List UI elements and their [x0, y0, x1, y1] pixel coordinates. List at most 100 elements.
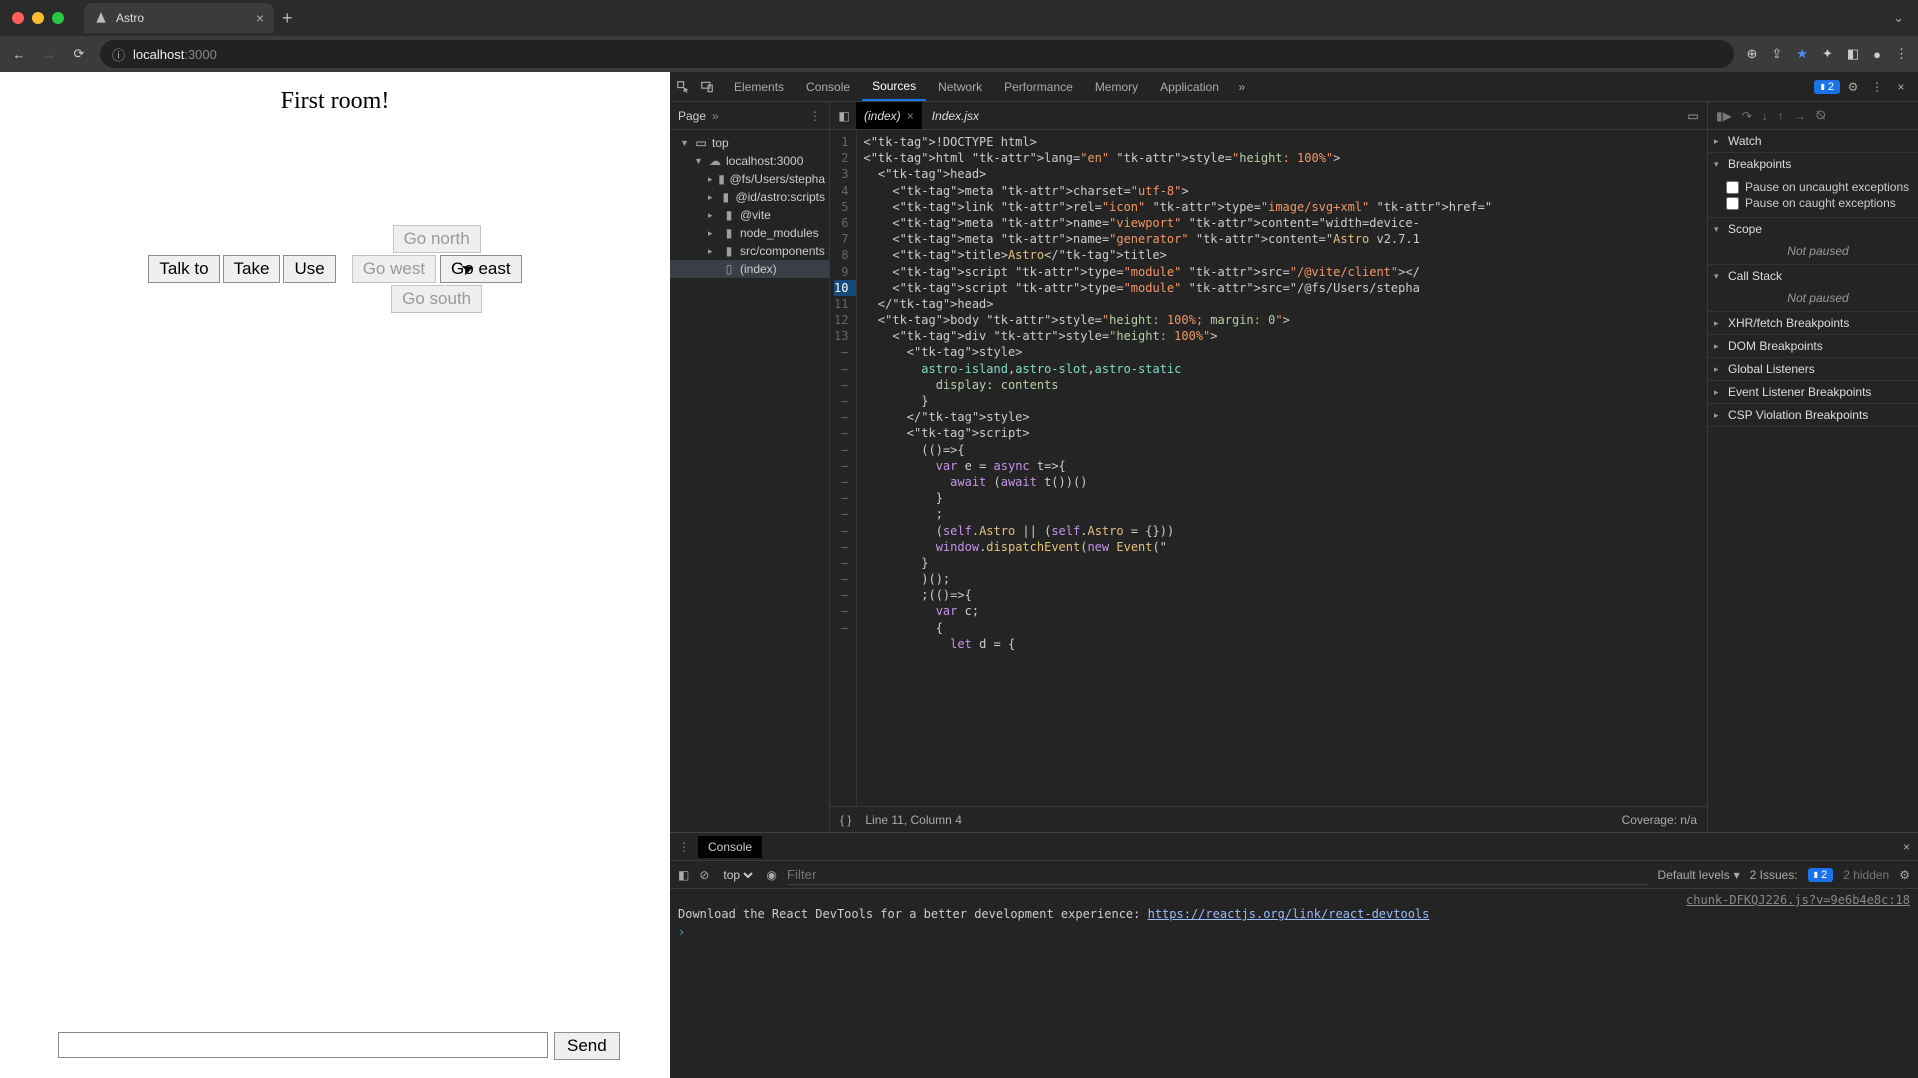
- log-levels-selector[interactable]: Default levels ▾: [1658, 868, 1740, 882]
- tab-sources[interactable]: Sources: [862, 72, 926, 101]
- close-drawer-icon[interactable]: ×: [1903, 840, 1910, 854]
- bookmark-icon[interactable]: ★: [1796, 46, 1808, 62]
- zoom-icon[interactable]: ⊕: [1746, 46, 1757, 62]
- use-button[interactable]: Use: [283, 255, 335, 283]
- scope-section[interactable]: ▾Scope: [1708, 218, 1918, 240]
- live-expression-icon[interactable]: ◉: [766, 868, 776, 882]
- close-window-button[interactable]: [12, 12, 24, 24]
- watch-section[interactable]: ▸Watch: [1708, 130, 1918, 152]
- console-prompt[interactable]: ›: [678, 925, 1910, 939]
- deactivate-bp-icon[interactable]: ⦰: [1816, 108, 1826, 123]
- tab-memory[interactable]: Memory: [1085, 72, 1148, 101]
- pretty-print-icon[interactable]: { }: [840, 813, 851, 827]
- console-filter-input[interactable]: [787, 865, 1648, 885]
- back-button[interactable]: ←: [10, 47, 28, 62]
- talk-to-button[interactable]: Talk to: [148, 255, 219, 283]
- devtools-tabs: Elements Console Sources Network Perform…: [670, 72, 1918, 102]
- issues-badge[interactable]: 2: [1814, 80, 1840, 94]
- drawer-tab-console[interactable]: Console: [698, 836, 762, 858]
- tab-network[interactable]: Network: [928, 72, 992, 101]
- editor-tab-index[interactable]: (index)×: [856, 102, 922, 129]
- go-east-button[interactable]: Go east: [440, 255, 522, 283]
- dom-breakpoints-section[interactable]: ▸DOM Breakpoints: [1708, 335, 1918, 357]
- log-source-ref[interactable]: chunk-DFKQJ226.js?v=9e6b4e8c:18: [678, 893, 1910, 907]
- more-icon[interactable]: ⋮: [1866, 80, 1888, 94]
- tabs-menu-button[interactable]: ⌄: [1893, 10, 1904, 26]
- new-tab-button[interactable]: +: [282, 8, 293, 29]
- log-link[interactable]: https://reactjs.org/link/react-devtools: [1148, 907, 1430, 921]
- minimize-window-button[interactable]: [32, 12, 44, 24]
- clear-console-icon[interactable]: ⊘: [699, 868, 709, 882]
- tab-application[interactable]: Application: [1150, 72, 1229, 101]
- cursor-position: Line 11, Column 4: [865, 813, 962, 827]
- tree-top[interactable]: top: [712, 136, 729, 150]
- code-area[interactable]: <"tk-tag">!DOCTYPE html><"tk-tag">html "…: [857, 130, 1707, 806]
- toggle-navigator-icon[interactable]: ◧: [834, 109, 854, 123]
- step-icon[interactable]: →: [1794, 109, 1806, 123]
- close-tab-button[interactable]: ×: [256, 10, 264, 26]
- maximize-window-button[interactable]: [52, 12, 64, 24]
- tree-host[interactable]: localhost:3000: [726, 154, 803, 168]
- send-button[interactable]: Send: [554, 1032, 620, 1060]
- tree-folder[interactable]: node_modules: [740, 226, 819, 240]
- tree-file-index[interactable]: (index): [740, 262, 777, 276]
- console-log[interactable]: chunk-DFKQJ226.js?v=9e6b4e8c:18 Download…: [670, 889, 1918, 1078]
- close-editor-tab-icon[interactable]: ×: [907, 109, 914, 123]
- tree-folder[interactable]: @vite: [740, 208, 771, 222]
- drawer-more-icon[interactable]: ⋮: [678, 840, 690, 854]
- page-viewport: First room! Talk to Take Use Go north Go…: [0, 72, 670, 1078]
- take-button[interactable]: Take: [223, 255, 281, 283]
- line-gutter[interactable]: 12345678910111213––––––––––––––––––: [830, 130, 857, 806]
- step-out-icon[interactable]: ↑: [1778, 109, 1784, 123]
- menu-icon[interactable]: ⋮: [1895, 46, 1908, 62]
- tree-folder[interactable]: src/components: [740, 244, 825, 258]
- share-icon[interactable]: ⇪: [1771, 46, 1782, 62]
- pause-caught-checkbox[interactable]: Pause on caught exceptions: [1726, 195, 1910, 211]
- editor-more-icon[interactable]: ▭: [1683, 109, 1703, 123]
- step-over-icon[interactable]: ↷: [1742, 109, 1752, 123]
- tab-elements[interactable]: Elements: [724, 72, 794, 101]
- console-sidebar-icon[interactable]: ◧: [678, 868, 689, 882]
- device-toolbar-icon[interactable]: [700, 80, 722, 94]
- tabs-overflow-icon[interactable]: »: [1231, 80, 1253, 94]
- browser-tab[interactable]: Astro ×: [84, 3, 274, 33]
- breakpoints-section[interactable]: ▾Breakpoints: [1708, 153, 1918, 175]
- file-tree[interactable]: ▼▭top ▼☁localhost:3000 ▸▮@fs/Users/steph…: [670, 130, 829, 832]
- site-info-icon[interactable]: ⓘ: [112, 45, 125, 64]
- console-drawer: ⋮ Console × ◧ ⊘ top ◉ Default levels ▾ 2…: [670, 832, 1918, 1078]
- scope-not-paused: Not paused: [1708, 240, 1918, 264]
- pause-uncaught-checkbox[interactable]: Pause on uncaught exceptions: [1726, 179, 1910, 195]
- profile-icon[interactable]: ●: [1873, 47, 1881, 62]
- go-west-button[interactable]: Go west: [352, 255, 436, 283]
- navigator-more-icon[interactable]: ⋮: [809, 109, 821, 123]
- csp-bp-section[interactable]: ▸CSP Violation Breakpoints: [1708, 404, 1918, 426]
- close-devtools-icon[interactable]: ×: [1890, 80, 1912, 94]
- go-south-button[interactable]: Go south: [391, 285, 482, 313]
- callstack-section[interactable]: ▾Call Stack: [1708, 265, 1918, 287]
- xhr-breakpoints-section[interactable]: ▸XHR/fetch Breakpoints: [1708, 312, 1918, 334]
- devtools: Elements Console Sources Network Perform…: [670, 72, 1918, 1078]
- go-north-button[interactable]: Go north: [393, 225, 481, 253]
- extensions-icon[interactable]: ✦: [1822, 46, 1833, 62]
- command-input[interactable]: [58, 1032, 548, 1058]
- forward-button[interactable]: →: [40, 47, 58, 62]
- omnibox[interactable]: ⓘ localhost:3000: [100, 40, 1734, 68]
- console-issues-badge[interactable]: 2: [1808, 868, 1834, 882]
- tab-performance[interactable]: Performance: [994, 72, 1083, 101]
- tab-console[interactable]: Console: [796, 72, 860, 101]
- navigator-tab-page[interactable]: Page: [678, 109, 706, 123]
- tree-folder[interactable]: @id/astro:scripts: [735, 190, 825, 204]
- settings-icon[interactable]: ⚙: [1842, 80, 1864, 94]
- step-into-icon[interactable]: ↓: [1762, 109, 1768, 123]
- console-settings-icon[interactable]: ⚙: [1899, 868, 1910, 882]
- global-listeners-section[interactable]: ▸Global Listeners: [1708, 358, 1918, 380]
- inspect-element-icon[interactable]: [676, 80, 698, 94]
- editor-tab-indexjsx[interactable]: Index.jsx: [924, 102, 987, 129]
- tree-folder[interactable]: @fs/Users/stepha: [729, 172, 825, 186]
- reload-button[interactable]: ⟳: [70, 46, 88, 62]
- resume-icon[interactable]: ▮▶: [1716, 109, 1732, 123]
- navigator-overflow-icon[interactable]: »: [712, 109, 719, 123]
- context-selector[interactable]: top: [719, 867, 756, 883]
- sidepanel-icon[interactable]: ◧: [1847, 46, 1859, 62]
- event-listener-bp-section[interactable]: ▸Event Listener Breakpoints: [1708, 381, 1918, 403]
